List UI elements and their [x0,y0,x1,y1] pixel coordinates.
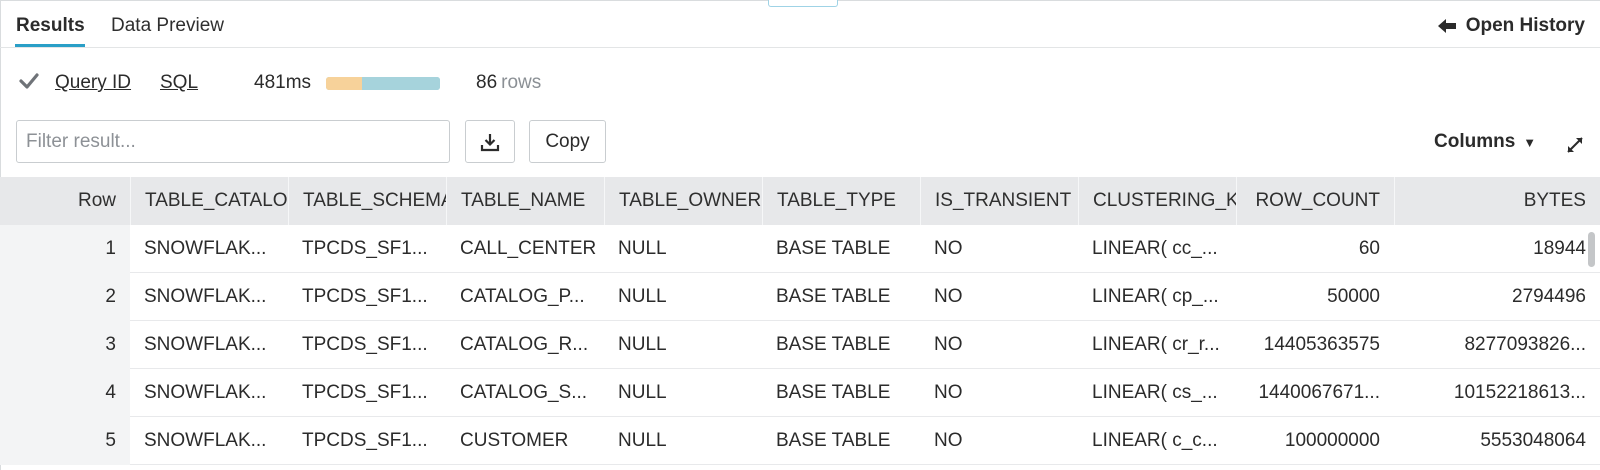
download-icon [480,133,500,151]
table-cell[interactable]: TPCDS_SF1... [288,225,446,273]
table-cell[interactable]: NULL [604,225,762,273]
table-cell[interactable]: CATALOG_R... [446,321,604,369]
copy-button[interactable]: Copy [529,120,606,163]
table-cell[interactable]: 10152218613... [1394,369,1600,417]
table-cell[interactable]: CALL_CENTER [446,225,604,273]
table-cell[interactable]: TPCDS_SF1... [288,321,446,369]
column-header-is-transient[interactable]: IS_TRANSIENT [920,177,1078,225]
table-cell[interactable]: BASE TABLE [762,417,920,465]
table-row[interactable]: 3 SNOWFLAK... TPCDS_SF1... CATALOG_R... NULL… [0,321,1600,369]
table-cell[interactable]: NO [920,369,1078,417]
column-header-bytes[interactable]: BYTES [1394,177,1600,225]
table-cell[interactable]: NO [920,273,1078,321]
arrow-left-icon [1437,19,1456,33]
column-header-table-owner[interactable]: TABLE_OWNER [604,177,762,225]
table-cell[interactable]: NULL [604,369,762,417]
table-cell[interactable]: TPCDS_SF1... [288,369,446,417]
table-cell[interactable]: 14405363575 [1236,321,1394,369]
table-cell[interactable]: TPCDS_SF1... [288,273,446,321]
filter-result-input[interactable] [16,120,450,163]
table-cell[interactable]: 5553048064 [1394,417,1600,465]
column-header-table-catalog[interactable]: TABLE_CATALOG [130,177,288,225]
chevron-down-icon: ▼ [1523,134,1537,150]
query-timing-bar[interactable] [326,77,440,90]
row-number[interactable]: 3 [0,321,130,369]
row-number[interactable]: 2 [0,273,130,321]
row-count-unit: rows [501,72,542,93]
vertical-scrollbar[interactable] [1588,232,1595,267]
column-header-clustering-key[interactable]: CLUSTERING_KEY [1078,177,1236,225]
column-header-row-count[interactable]: ROW_COUNT [1236,177,1394,225]
table-cell[interactable]: SNOWFLAK... [130,417,288,465]
table-cell[interactable]: NULL [604,273,762,321]
tab-data-preview[interactable]: Data Preview [111,15,224,37]
table-row[interactable]: 2 SNOWFLAK... TPCDS_SF1... CATALOG_P... NULL… [0,273,1600,321]
query-status-bar: Query ID SQL 481ms 86 rows [0,66,1000,96]
table-row[interactable]: 4 SNOWFLAK... TPCDS_SF1... CATALOG_S... NULL… [0,369,1600,417]
table-cell[interactable]: 2794496 [1394,273,1600,321]
table-cell[interactable]: SNOWFLAK... [130,273,288,321]
table-cell[interactable]: 50000 [1236,273,1394,321]
table-cell[interactable]: NO [920,417,1078,465]
column-header-table-schema[interactable]: TABLE_SCHEMA [288,177,446,225]
table-cell[interactable]: SNOWFLAK... [130,321,288,369]
column-header-table-name[interactable]: TABLE_NAME [446,177,604,225]
table-cell[interactable]: 1440067671... [1236,369,1394,417]
table-cell[interactable]: NULL [604,417,762,465]
check-icon [19,73,39,89]
table-cell[interactable]: BASE TABLE [762,273,920,321]
table-cell[interactable]: 100000000 [1236,417,1394,465]
table-cell[interactable]: 8277093826... [1394,321,1600,369]
table-cell[interactable]: 18944 [1394,225,1600,273]
table-cell[interactable]: NULL [604,321,762,369]
table-cell[interactable]: NO [920,225,1078,273]
row-number[interactable]: 4 [0,369,130,417]
table-row[interactable]: 5 SNOWFLAK... TPCDS_SF1... CUSTOMER NULL BASE… [0,417,1600,465]
table-cell[interactable]: LINEAR( cr_r... [1078,321,1236,369]
table-cell[interactable]: LINEAR( cc_... [1078,225,1236,273]
column-header-table-type[interactable]: TABLE_TYPE [762,177,920,225]
columns-dropdown[interactable]: Columns ▼ [1434,131,1536,153]
columns-label: Columns [1434,131,1516,152]
table-cell[interactable]: 60 [1236,225,1394,273]
table-cell[interactable]: CATALOG_P... [446,273,604,321]
tab-results[interactable]: Results [16,15,85,37]
table-cell[interactable]: SNOWFLAK... [130,225,288,273]
active-tab-indicator [15,44,85,47]
column-header-row[interactable]: Row [0,177,130,225]
row-count-value: 86 [476,72,498,93]
query-id-link[interactable]: Query ID [55,72,131,94]
open-history-button[interactable]: Open History [1437,15,1585,37]
table-cell[interactable]: CUSTOMER [446,417,604,465]
table-cell[interactable]: TPCDS_SF1... [288,417,446,465]
timing-segment-queued [326,77,363,90]
table-cell[interactable]: CATALOG_S... [446,369,604,417]
row-number[interactable]: 5 [0,417,130,465]
results-table: Row TABLE_CATALOG TABLE_SCHEMA TABLE_NAME TA… [0,177,1600,470]
table-header: Row TABLE_CATALOG TABLE_SCHEMA TABLE_NAME TA… [0,177,1600,225]
table-cell[interactable]: BASE TABLE [762,321,920,369]
table-cell[interactable]: LINEAR( cp_... [1078,273,1236,321]
table-cell[interactable]: SNOWFLAK... [130,369,288,417]
tab-bar: Results Data Preview Open History [0,0,1600,48]
table-cell[interactable]: NO [920,321,1078,369]
table-cell[interactable]: LINEAR( c_c... [1078,417,1236,465]
sql-link[interactable]: SQL [160,72,198,94]
table-cell[interactable]: LINEAR( cs_... [1078,369,1236,417]
query-duration: 481ms [254,72,312,93]
table-row[interactable]: 1 SNOWFLAK... TPCDS_SF1... CALL_CENTER NULL B… [0,225,1600,273]
row-count: 86 rows [476,72,541,94]
table-cell[interactable]: BASE TABLE [762,369,920,417]
download-button[interactable] [465,120,515,163]
timing-segment-execution [362,77,440,90]
open-history-label: Open History [1465,15,1585,36]
row-number[interactable]: 1 [0,225,130,273]
table-cell[interactable]: BASE TABLE [762,225,920,273]
expand-icon[interactable] [1564,134,1586,156]
